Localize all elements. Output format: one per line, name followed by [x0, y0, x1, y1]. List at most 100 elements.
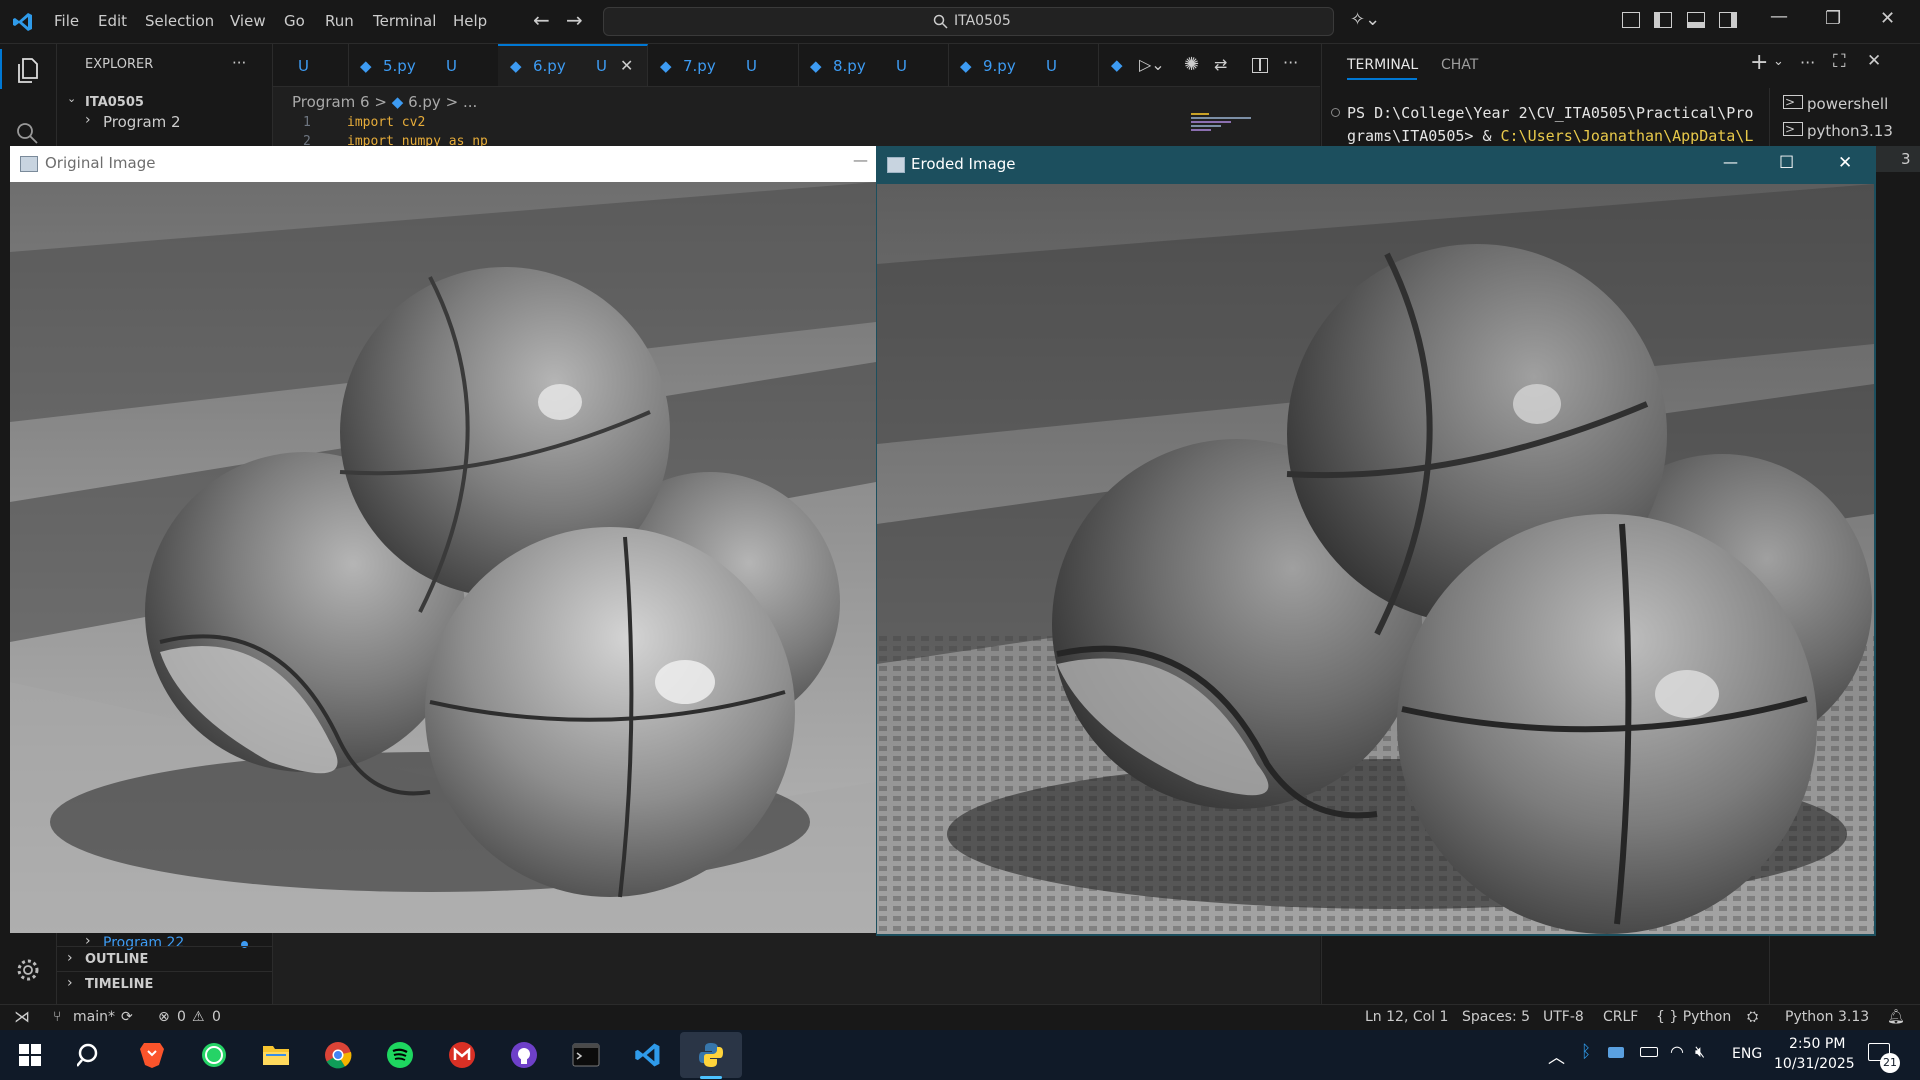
onedrive-icon[interactable]	[1608, 1047, 1624, 1058]
menu-selection[interactable]: Selection	[145, 12, 214, 30]
root-folder[interactable]: ITA0505	[85, 95, 144, 110]
terminal-session-powershell[interactable]: >_ powershell	[1783, 92, 1920, 118]
toggle-secondary-sidebar-icon[interactable]	[1719, 12, 1737, 28]
explorer-files-icon[interactable]	[15, 56, 41, 84]
language-mode[interactable]: { } Python	[1656, 1009, 1731, 1025]
chevron-down-icon[interactable]: ⌄	[1773, 54, 1784, 69]
original-titlebar[interactable]: Original Image —	[10, 146, 876, 182]
cursor-position[interactable]: Ln 12, Col 1	[1365, 1009, 1448, 1025]
terminal-output[interactable]: PS D:\College\Year 2\CV_ITA0505\Practica…	[1347, 102, 1753, 148]
close-panel-icon[interactable]: ✕	[1867, 51, 1881, 71]
window-minimize-icon[interactable]: —	[853, 151, 868, 169]
toggle-primary-sidebar-icon[interactable]	[1654, 12, 1672, 28]
chevron-down-icon[interactable]: ⌄	[67, 92, 76, 105]
end-of-line[interactable]: CRLF	[1603, 1009, 1638, 1025]
openai-icon[interactable]: ✺	[1184, 54, 1199, 75]
editor-more-icon[interactable]: ···	[1283, 53, 1298, 72]
settings-gear-icon[interactable]	[15, 957, 41, 983]
github-icon[interactable]	[506, 1038, 542, 1072]
breadcrumb-file[interactable]: 6.py	[408, 93, 441, 111]
battery-icon[interactable]	[1640, 1047, 1658, 1057]
clock-time[interactable]: 2:50 PM	[1789, 1036, 1845, 1052]
chevron-right-icon[interactable]: ›	[67, 975, 73, 991]
menu-file[interactable]: File	[54, 12, 79, 30]
code-line[interactable]: import cv2	[347, 115, 425, 130]
wifi-icon[interactable]: ◠	[1670, 1042, 1684, 1061]
toggle-panel-icon[interactable]	[1687, 12, 1705, 28]
back-arrow-icon[interactable]: ←	[533, 8, 550, 32]
chrome-icon[interactable]	[320, 1038, 356, 1072]
chevron-up-icon[interactable]: ︿	[1548, 1043, 1565, 1068]
menu-view[interactable]: View	[230, 12, 266, 30]
tab-terminal[interactable]: TERMINAL	[1347, 57, 1418, 73]
window-minimize-icon[interactable]: —	[1770, 6, 1788, 27]
customize-layout-icon[interactable]	[1622, 12, 1640, 28]
tab-7py[interactable]: ◆ 7.py U	[648, 44, 799, 86]
menu-edit[interactable]: Edit	[98, 12, 127, 30]
tab-untitled[interactable]: U	[273, 44, 349, 86]
menu-help[interactable]: Help	[453, 12, 487, 30]
command-center-search[interactable]: ITA0505	[603, 7, 1334, 36]
menu-run[interactable]: Run	[325, 12, 354, 30]
window-maximize-icon[interactable]: ☐	[1779, 153, 1794, 173]
volume-muted-icon[interactable]: 🔇︎	[1695, 1042, 1705, 1062]
split-editor-icon[interactable]	[1252, 58, 1268, 73]
menu-terminal[interactable]: Terminal	[373, 12, 436, 30]
bluetooth-icon[interactable]: ᛒ	[1581, 1042, 1591, 1062]
input-language[interactable]: ENG	[1732, 1046, 1762, 1062]
search-icon[interactable]	[72, 1038, 108, 1072]
copilot-status-icon[interactable]: ⛭	[1747, 1009, 1758, 1025]
maximize-panel-icon[interactable]: ⛶	[1833, 51, 1846, 72]
chevron-right-icon[interactable]: ›	[85, 112, 91, 128]
python-icon[interactable]	[693, 1038, 729, 1072]
run-file-icon[interactable]: ▷⌄	[1139, 55, 1165, 74]
vscode-icon[interactable]	[630, 1038, 666, 1072]
terminal-session-python[interactable]: >_ python3.13	[1783, 119, 1920, 145]
start-icon[interactable]	[12, 1038, 48, 1072]
chevron-right-icon[interactable]: ›	[67, 950, 73, 966]
brave-icon[interactable]	[134, 1038, 170, 1072]
tab-chat[interactable]: CHAT	[1441, 57, 1478, 73]
python-run-icon[interactable]: ◆	[1111, 56, 1123, 74]
whatsapp-icon[interactable]	[196, 1038, 232, 1072]
clock-date[interactable]: 10/31/2025	[1774, 1056, 1855, 1072]
tab-9py[interactable]: ◆ 9.py U	[948, 44, 1099, 86]
tab-5py[interactable]: ◆ 5.py U	[348, 44, 499, 86]
warning-count[interactable]: 0	[212, 1009, 221, 1025]
notifications-bell-icon[interactable]: 🔔︎	[1887, 1009, 1905, 1025]
spotify-icon[interactable]	[382, 1038, 418, 1072]
search-sidebar-icon[interactable]	[14, 120, 40, 146]
original-image-window[interactable]: Original Image —	[10, 146, 876, 933]
timeline-section[interactable]: TIMELINE	[85, 977, 153, 992]
tab-6py[interactable]: ◆ 6.py U ✕	[498, 44, 648, 86]
window-minimize-icon[interactable]: —	[1723, 153, 1738, 171]
explorer-more-icon[interactable]: ···	[232, 54, 246, 72]
sync-icon[interactable]: ⟳	[121, 1009, 133, 1025]
copilot-icon[interactable]: ✧⌄	[1350, 9, 1380, 30]
git-branch[interactable]: main*	[73, 1009, 115, 1025]
window-close-icon[interactable]: ✕	[1838, 153, 1852, 173]
indentation[interactable]: Spaces: 5	[1462, 1009, 1530, 1025]
tree-item-program-22[interactable]: Program 22	[103, 935, 184, 951]
window-close-icon[interactable]: ✕	[1880, 8, 1895, 29]
tab-8py[interactable]: ◆ 8.py U	[798, 44, 949, 86]
panel-more-icon[interactable]: ···	[1800, 53, 1815, 72]
menu-go[interactable]: Go	[284, 12, 305, 30]
outline-section[interactable]: OUTLINE	[85, 952, 148, 967]
gmail-icon[interactable]	[444, 1038, 480, 1072]
tab-close-icon[interactable]: ✕	[620, 56, 633, 75]
minimap[interactable]	[1191, 113, 1271, 135]
breadcrumb-symbol[interactable]: ...	[463, 93, 477, 111]
compare-changes-icon[interactable]: ⇄	[1214, 55, 1227, 74]
eroded-titlebar[interactable]: Eroded Image — ☐ ✕	[876, 146, 1876, 184]
forward-arrow-icon[interactable]: →	[566, 8, 583, 32]
encoding[interactable]: UTF-8	[1543, 1009, 1584, 1025]
tree-item-program-2[interactable]: Program 2	[103, 113, 181, 131]
window-restore-icon[interactable]: ❐	[1825, 8, 1841, 29]
error-count[interactable]: 0	[177, 1009, 186, 1025]
terminal-icon[interactable]	[568, 1038, 604, 1072]
file-explorer-icon[interactable]	[258, 1038, 294, 1072]
python-interpreter[interactable]: Python 3.13	[1785, 1009, 1869, 1025]
eroded-image-window[interactable]: Eroded Image — ☐ ✕	[876, 146, 1876, 936]
new-terminal-icon[interactable]: +	[1750, 50, 1768, 75]
